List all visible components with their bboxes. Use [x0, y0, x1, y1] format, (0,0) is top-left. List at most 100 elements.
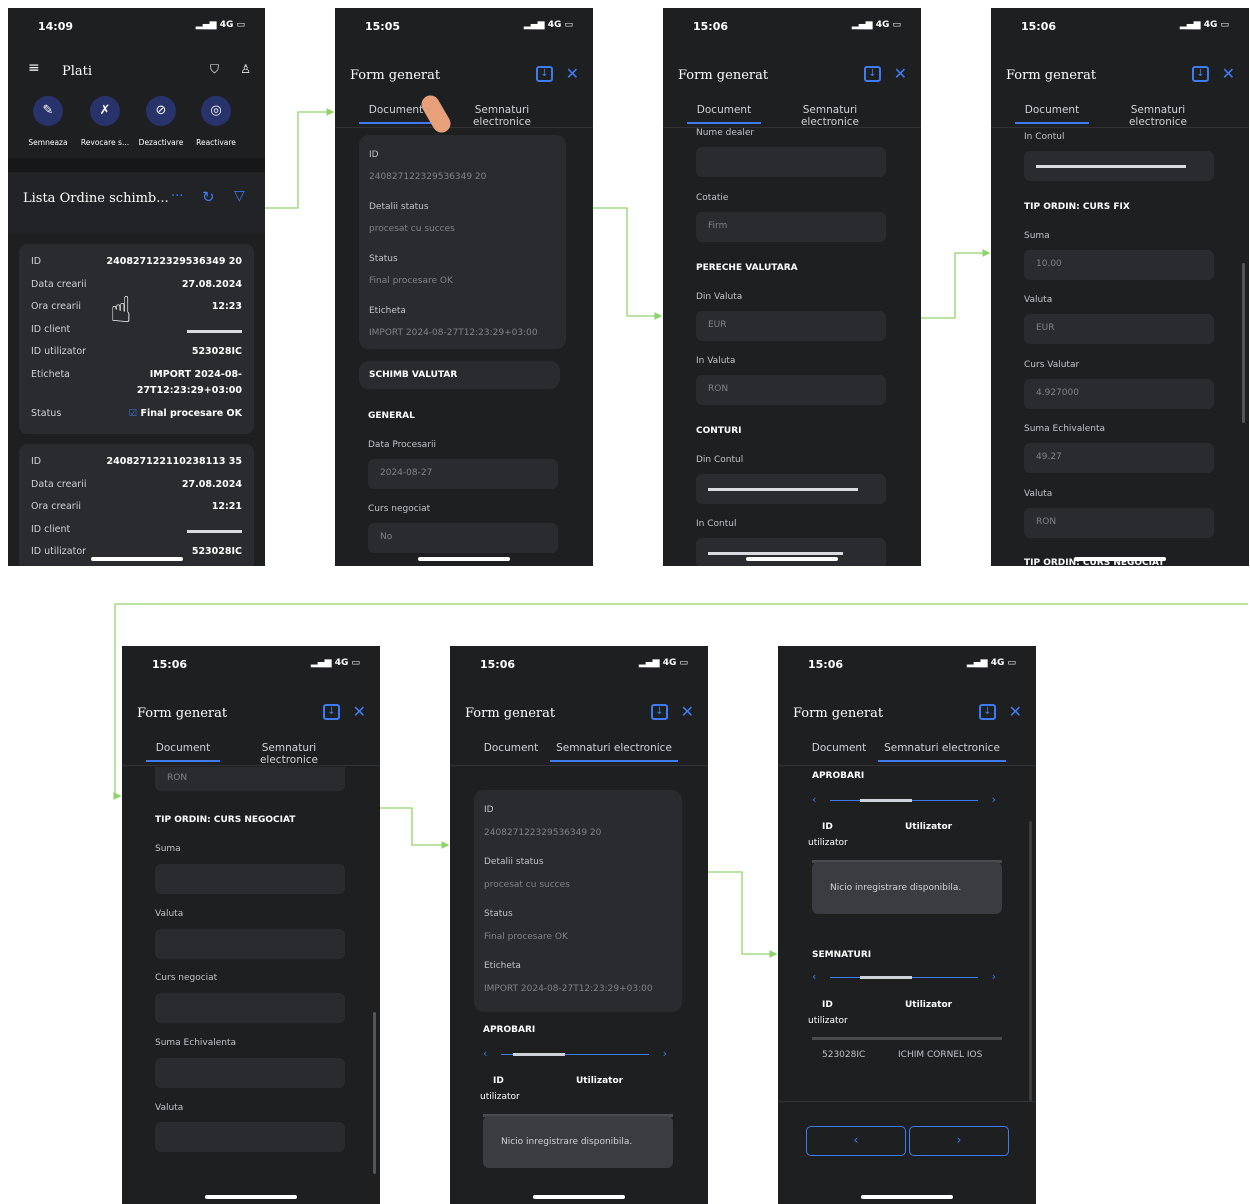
close-icon[interactable]: ✕: [894, 64, 907, 83]
tab-signatures[interactable]: Semnaturi electronice: [775, 104, 885, 134]
reactivate-label[interactable]: Reactivare: [186, 138, 246, 147]
close-icon[interactable]: ✕: [681, 702, 694, 721]
in-valuta-field[interactable]: RON: [696, 375, 886, 405]
in-contul-field[interactable]: [1024, 151, 1214, 181]
home-indicator: [205, 1195, 297, 1199]
form-header: Form generat ↓ ✕: [678, 64, 907, 83]
filter-icon[interactable]: ▽: [234, 188, 245, 204]
dealer-field[interactable]: [696, 147, 886, 177]
close-icon[interactable]: ✕: [566, 64, 579, 83]
tab-signatures[interactable]: Semnaturi electronice: [447, 104, 557, 134]
tab-bar: Document Semnaturi electronice: [991, 100, 1249, 128]
signature-row-user: ICHIM CORNEL IOS: [898, 1050, 983, 1060]
download-icon[interactable]: ↓: [864, 66, 881, 82]
order-card[interactable]: ID 240827122329536349 20 Data crearii 27.0…: [19, 244, 254, 434]
curs-negociat-field[interactable]: [155, 993, 345, 1023]
tab-document[interactable]: Document: [802, 742, 876, 760]
list-row: ID client: [31, 524, 242, 535]
status-bar: 15:06 ▂▄▆ 4G ▭: [693, 20, 901, 33]
valuta-top-field[interactable]: RON: [155, 767, 345, 791]
tab-bar: Document Semnaturi electronice: [122, 738, 380, 766]
form-header: Form generat ↓ ✕: [793, 702, 1022, 721]
suma-field[interactable]: [155, 864, 345, 894]
tab-document[interactable]: Document: [146, 742, 220, 762]
download-icon[interactable]: ↓: [979, 704, 996, 720]
tab-signatures[interactable]: Semnaturi electronice: [550, 742, 678, 762]
list-row: Eticheta IMPORT 2024-08-: [31, 369, 242, 380]
order-card[interactable]: ID 240827122110238113 35 Data crearii 27.0…: [19, 444, 254, 566]
tab-document[interactable]: Document: [687, 104, 761, 124]
deactivate-label[interactable]: Dezactivare: [131, 138, 191, 147]
download-icon[interactable]: ↓: [323, 704, 340, 720]
download-icon[interactable]: ↓: [1192, 66, 1209, 82]
signature-row-id: 523028IC: [822, 1050, 866, 1060]
list-row: Status ☑ Final procesare OK: [31, 408, 242, 419]
suma-echivalenta-field[interactable]: 49.27: [1024, 443, 1214, 473]
cotatie-field[interactable]: Firm: [696, 212, 886, 242]
reactivate-icon[interactable]: ◎: [201, 96, 231, 126]
scrollbar[interactable]: [1029, 821, 1032, 1101]
download-icon[interactable]: ↓: [651, 704, 668, 720]
prev-button[interactable]: ‹: [806, 1126, 906, 1156]
din-contul-field[interactable]: [696, 474, 886, 504]
close-icon[interactable]: ✕: [1222, 64, 1235, 83]
valuta-echivalenta-field[interactable]: [155, 1122, 345, 1152]
curs-negociat-field[interactable]: No: [368, 523, 558, 553]
data-procesarii-field[interactable]: 2024-08-27: [368, 459, 558, 489]
arrow-2: [593, 207, 663, 320]
close-icon[interactable]: ✕: [353, 702, 366, 721]
more-icon[interactable]: ···: [171, 189, 183, 204]
close-icon[interactable]: ✕: [1009, 702, 1022, 721]
shield-icon[interactable]: ⛉: [210, 62, 219, 77]
empty-state: Nicio inregistrare disponibila.: [483, 1116, 673, 1168]
divider: [8, 158, 265, 172]
valuta-echivalenta-field[interactable]: RON: [1024, 508, 1214, 538]
curs-valutar-field[interactable]: 4.927000: [1024, 379, 1214, 409]
list-row: Ora crearii 12:21: [31, 501, 242, 512]
home-indicator: [418, 557, 510, 561]
page-title: Plati: [62, 64, 93, 79]
suma-field[interactable]: 10.00: [1024, 250, 1214, 280]
form-header: Form generat ↓ ✕: [335, 58, 593, 92]
list-header: Lista Ordine schimb... ··· ↻ ▽: [8, 173, 265, 233]
semnaturi-scroller[interactable]: ‹ ›: [812, 970, 996, 983]
revoke-pen-icon[interactable]: ✗: [90, 96, 120, 126]
revoke-label[interactable]: Revocare s...: [75, 138, 135, 147]
sign-label[interactable]: Semneaza: [18, 138, 78, 147]
list-row: Data crearii 27.08.2024: [31, 279, 242, 290]
form-header: Form generat ↓ ✕: [1006, 64, 1235, 83]
valuta-field[interactable]: EUR: [1024, 314, 1214, 344]
tab-document[interactable]: Document: [1015, 104, 1089, 124]
user-icon[interactable]: ♙: [240, 62, 251, 76]
home-indicator: [1074, 557, 1166, 561]
screen-form-document-4: 15:06 ▂▄▆ 4G ▭ Form generat ↓ ✕ Document Se…: [122, 646, 380, 1204]
status-bar: 15:06 ▂▄▆ 4G ▭: [480, 658, 688, 671]
suma-echivalenta-field[interactable]: [155, 1058, 345, 1088]
in-contul-field[interactable]: [696, 538, 886, 566]
section-schimb[interactable]: SCHIMB VALUTAR: [359, 361, 560, 389]
pen-icon[interactable]: ✎: [33, 96, 63, 126]
table-divider: [812, 1037, 1002, 1040]
download-icon[interactable]: ↓: [536, 66, 553, 82]
home-indicator: [861, 1195, 953, 1199]
valuta-field[interactable]: [155, 929, 345, 959]
aprobari-scroller[interactable]: ‹ ›: [812, 793, 996, 806]
list-row: ID utilizator 523028IC: [31, 346, 242, 357]
refresh-icon[interactable]: ↻: [202, 188, 215, 206]
din-valuta-field[interactable]: EUR: [696, 311, 886, 341]
tab-signatures[interactable]: Semnaturi electronice: [1103, 104, 1213, 134]
screen-form-signatures-1: 15:06 ▂▄▆ 4G ▭ Form generat ↓ ✕ Document Se…: [450, 646, 708, 1204]
tab-bar: Document Semnaturi electronice: [450, 738, 708, 766]
tab-signatures[interactable]: Semnaturi electronice: [878, 742, 1006, 762]
screen-form-document-1: 15:05 ▂▄▆ 4G ▭ Form generat ↓ ✕ Document Se…: [335, 8, 593, 566]
scrollbar[interactable]: [373, 1012, 376, 1174]
aprobari-scroller[interactable]: ‹ ›: [483, 1047, 667, 1060]
menu-icon[interactable]: ≡: [28, 60, 40, 76]
tab-document[interactable]: Document: [474, 742, 548, 760]
home-indicator: [533, 1195, 625, 1199]
tap-hand-icon: ☝: [110, 290, 132, 331]
deactivate-icon[interactable]: ⊘: [146, 96, 176, 126]
scrollbar[interactable]: [1242, 263, 1245, 423]
arrow-6: [708, 871, 778, 958]
next-button[interactable]: ›: [909, 1126, 1009, 1156]
